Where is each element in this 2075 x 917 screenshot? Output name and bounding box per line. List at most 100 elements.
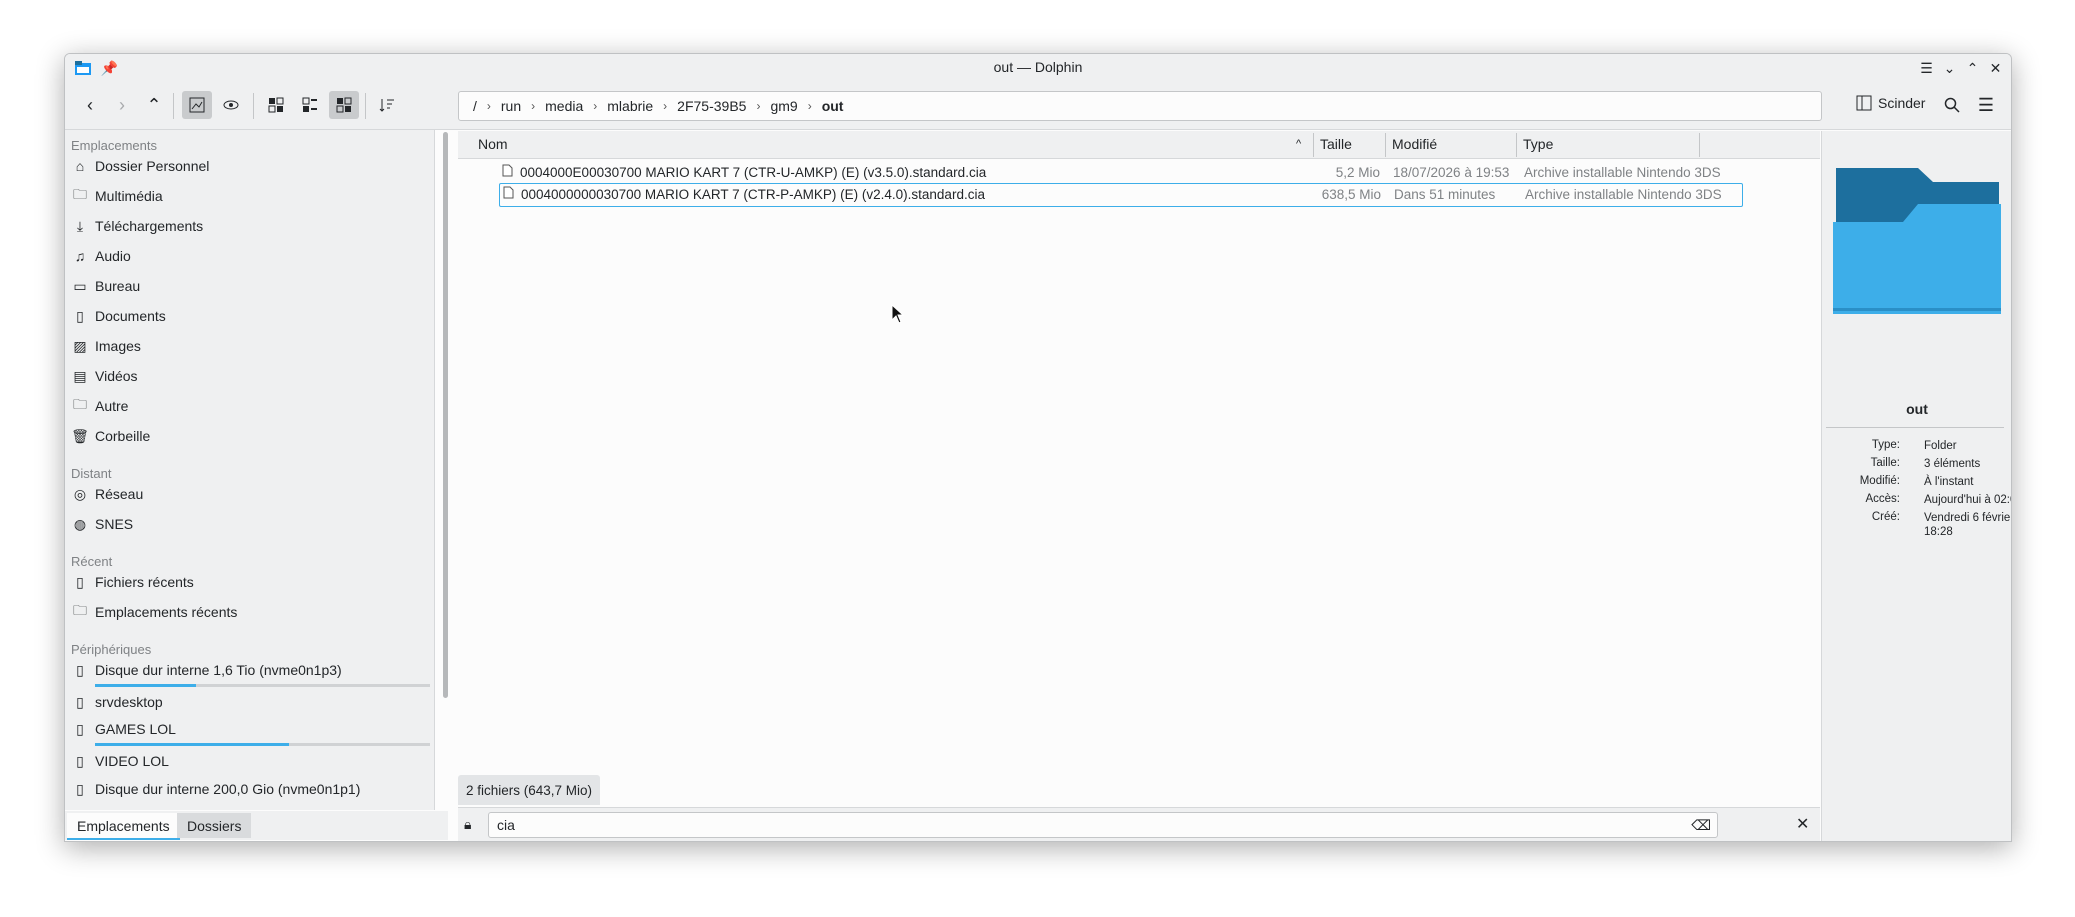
breadcrumb-media[interactable]: media — [539, 98, 589, 114]
filter-field[interactable]: ⌫ — [488, 812, 1718, 838]
folder-icon: 🗀 — [73, 186, 87, 202]
compact-view-icon[interactable] — [295, 91, 325, 119]
file-name: 0004000E00030700 MARIO KART 7 (CTR-U-AMK… — [520, 165, 987, 180]
recent-files-icon: ▯ — [76, 573, 84, 590]
device-nvme0n1p1[interactable]: ▯ Disque dur interne 200,0 Gio (nvme0n1p1… — [71, 776, 360, 802]
info-key-modified: Modifié: — [1859, 475, 1900, 487]
sidebar-scrollbar[interactable] — [443, 132, 448, 698]
split-icon — [1856, 95, 1872, 111]
image-icon: ▨ — [73, 337, 87, 354]
info-value-modified: À l'instant — [1924, 476, 1974, 488]
device-video-lol[interactable]: ▯ VIDEO LOL — [71, 748, 169, 774]
maximize-icon[interactable]: ⌃ — [1961, 58, 1984, 78]
info-key-created: Créé: — [1871, 511, 1900, 523]
chevron-right-icon: › — [807, 99, 812, 113]
file-name: 0004000000030700 MARIO KART 7 (CTR-P-AMK… — [521, 187, 985, 202]
info-key-accessed: Accès: — [1865, 493, 1900, 505]
place-network[interactable]: ◎ Réseau — [71, 481, 143, 507]
icons-view-icon[interactable] — [261, 91, 291, 119]
tab-places[interactable]: Emplacements — [67, 813, 180, 840]
download-icon: ⤓ — [76, 217, 84, 234]
clear-text-icon[interactable]: ⌫ — [1691, 817, 1711, 834]
drive-icon: ▯ — [76, 720, 84, 737]
dolphin-window: 📌 out — Dolphin ☰ ⌄ ⌃ ✕ ‹ › ⌃ / › run › … — [64, 53, 2012, 842]
video-icon: ▤ — [73, 367, 87, 384]
device-games-lol[interactable]: ▯ GAMES LOL — [71, 716, 176, 742]
globe-icon: ◍ — [73, 515, 87, 532]
eye-icon[interactable] — [216, 91, 246, 119]
filter-bar: 🔒︎ ⌫ ✕ — [458, 807, 1820, 841]
place-images[interactable]: ▨ Images — [71, 333, 141, 359]
device-srvdesktop[interactable]: ▯ srvdesktop — [71, 689, 163, 715]
menu-icon[interactable]: ☰ — [1915, 58, 1938, 78]
lock-icon[interactable]: 🔒︎ — [464, 816, 471, 833]
file-modified: Dans 51 minutes — [1394, 187, 1496, 202]
breadcrumb-2f75[interactable]: 2F75-39B5 — [671, 98, 752, 114]
split-button[interactable]: Scinder — [1856, 95, 1925, 111]
section-devices: Périphériques — [71, 642, 152, 657]
place-recent-locations[interactable]: 🗀 Emplacements récents — [71, 599, 237, 625]
place-documents[interactable]: ▯ Documents — [71, 303, 166, 329]
desktop-icon: ▭ — [73, 277, 87, 294]
info-value-accessed: Aujourd'hui à 02:00 — [1924, 494, 2011, 506]
split-label: Scinder — [1878, 95, 1926, 111]
mouse-cursor-icon — [891, 304, 905, 324]
place-downloads[interactable]: ⤓ Téléchargements — [71, 213, 203, 239]
drive-warning-icon: ▯ — [76, 752, 84, 769]
file-row[interactable]: 0004000E00030700 MARIO KART 7 (CTR-U-AMK… — [458, 162, 1758, 184]
selected-item-name: out — [1906, 401, 1928, 417]
minimize-icon[interactable]: ⌄ — [1938, 58, 1961, 78]
sort-icon[interactable] — [372, 91, 402, 119]
column-name[interactable]: Nom — [478, 136, 508, 152]
breadcrumb-root[interactable]: / — [459, 98, 483, 114]
status-bar-label: 2 fichiers (643,7 Mio) — [458, 775, 601, 805]
column-modified[interactable]: Modifié — [1392, 136, 1437, 152]
device-nvme0n1p3[interactable]: ▯ Disque dur interne 1,6 Tio (nvme0n1p3) — [71, 657, 342, 683]
folder-icon: 🗀 — [73, 396, 87, 412]
column-size[interactable]: Taille — [1320, 136, 1352, 152]
breadcrumb-gm9[interactable]: gm9 — [764, 98, 803, 114]
close-filter-icon[interactable]: ✕ — [1796, 814, 1809, 834]
place-videos[interactable]: ▤ Vidéos — [71, 363, 137, 389]
breadcrumb-run[interactable]: run — [495, 98, 527, 114]
filter-input[interactable] — [497, 817, 1677, 833]
search-icon[interactable] — [1937, 91, 1967, 119]
home-icon: ⌂ — [75, 158, 85, 174]
place-desktop[interactable]: ▭ Bureau — [71, 273, 140, 299]
hamburger-menu-icon[interactable]: ☰ — [1971, 91, 2001, 119]
usage-bar-nvme0n1p3 — [95, 684, 430, 687]
back-icon[interactable]: ‹ — [75, 91, 105, 119]
info-value-created: Vendredi 6 février 2026 à 18:28 — [1924, 512, 2012, 538]
chevron-right-icon: › — [663, 99, 668, 113]
info-value-size: 3 éléments — [1924, 458, 1981, 470]
breadcrumb[interactable]: / › run › media › mlabrie › 2F75-39B5 › … — [458, 91, 1822, 121]
file-row-selected[interactable]: 0004000000030700 MARIO KART 7 (CTR-P-AMK… — [499, 183, 1743, 207]
toolbar: ‹ › ⌃ / › run › media › mlabrie › 2F75-3… — [65, 81, 2011, 130]
close-icon[interactable]: ✕ — [1984, 58, 2007, 78]
tab-folders[interactable]: Dossiers — [177, 813, 252, 838]
breadcrumb-out[interactable]: out — [816, 98, 850, 114]
drive-icon: ▯ — [76, 661, 84, 678]
preview-icon[interactable] — [182, 91, 212, 119]
place-recent-files[interactable]: ▯ Fichiers récents — [71, 569, 194, 595]
column-headers: Nom ^ Taille Modifié Type — [458, 131, 1820, 159]
server-icon: ▯ — [76, 693, 84, 710]
place-other[interactable]: 🗀 Autre — [71, 393, 128, 419]
file-type: Archive installable Nintendo 3DS — [1524, 165, 1721, 180]
forward-icon[interactable]: › — [107, 91, 137, 119]
chevron-right-icon: › — [531, 99, 536, 113]
column-type[interactable]: Type — [1523, 136, 1553, 152]
place-trash[interactable]: 🗑 Corbeille — [71, 423, 150, 449]
sort-ascending-icon: ^ — [1296, 138, 1302, 150]
breadcrumb-mlabrie[interactable]: mlabrie — [601, 98, 659, 114]
folder-icon — [1833, 168, 2001, 314]
info-value-type: Folder — [1924, 440, 1957, 452]
place-audio[interactable]: ♫ Audio — [71, 243, 131, 269]
place-snes[interactable]: ◍ SNES — [71, 511, 133, 537]
details-view-icon[interactable] — [329, 91, 359, 119]
place-multimedia[interactable]: 🗀 Multimédia — [71, 183, 163, 209]
file-size: 638,5 Mio — [1321, 187, 1381, 202]
up-icon[interactable]: ⌃ — [139, 91, 169, 119]
file-modified: 18/07/2026 à 19:53 — [1393, 165, 1510, 180]
place-home[interactable]: ⌂ Dossier Personnel — [71, 153, 210, 179]
